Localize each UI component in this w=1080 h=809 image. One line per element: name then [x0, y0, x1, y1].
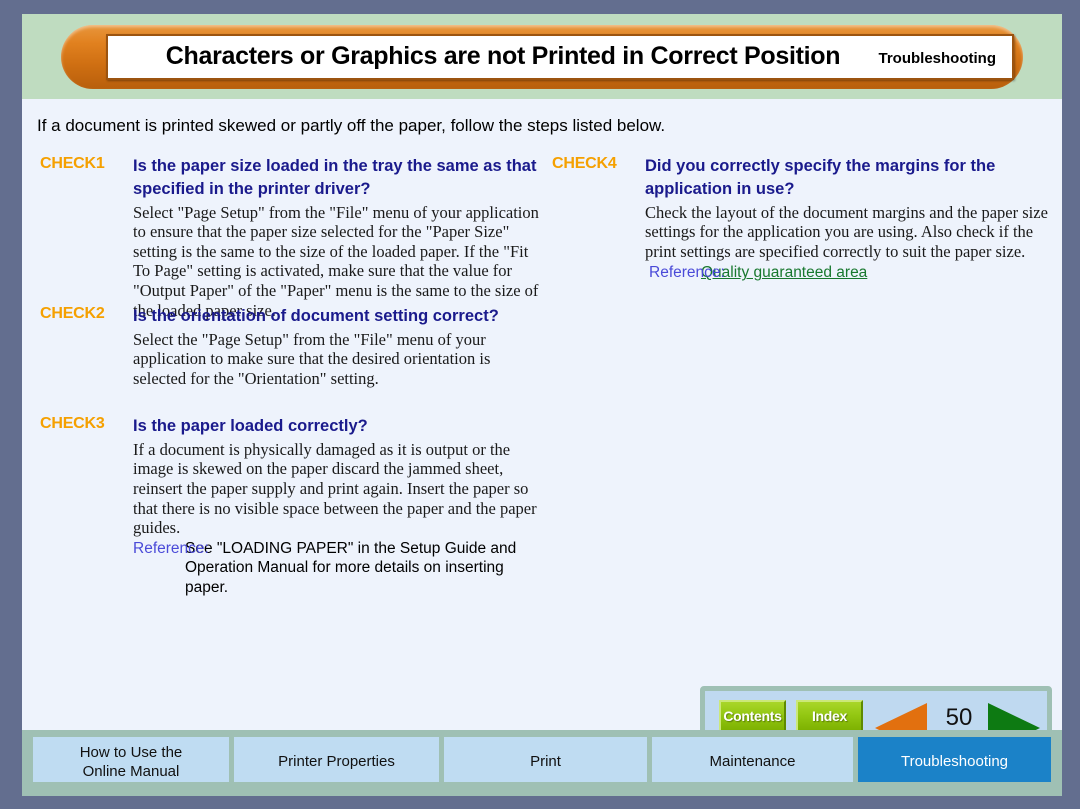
section-label: Troubleshooting: [878, 50, 997, 67]
tab-how-to-use-the-online-manual[interactable]: How to Use the Online Manual: [33, 737, 229, 782]
reference-text-3: See "LOADING PAPER" in the Setup Guide a…: [185, 539, 517, 596]
check-heading-2: Is the orientation of document setting c…: [133, 307, 499, 325]
page-frame: Characters or Graphics are not Printed i…: [22, 14, 1062, 796]
tab-printer-properties[interactable]: Printer Properties: [234, 737, 439, 782]
check-label-2: CHECK2: [40, 305, 105, 322]
reference-label-3: Reference:: [133, 539, 209, 557]
tab-label-line1: Printer Properties: [278, 753, 395, 771]
tab-print[interactable]: Print: [444, 737, 647, 782]
check-block-4: CHECK4 Did you correctly specify the mar…: [552, 155, 1052, 283]
check-heading-1: Is the paper size loaded in the tray the…: [133, 157, 537, 198]
check-body-3: Is the paper loaded correctly? If a docu…: [133, 415, 540, 597]
title-box: Characters or Graphics are not Printed i…: [106, 34, 1014, 80]
tab-label-line1: How to Use the: [79, 743, 183, 761]
reference-link-quality-guaranteed-area[interactable]: Quality guaranteed area: [701, 264, 867, 281]
left-column: CHECK1 Is the paper size loaded in the t…: [40, 155, 540, 597]
check-heading-4: Did you correctly specify the margins fo…: [645, 157, 996, 198]
tab-label-line2: Online Manual: [82, 763, 180, 780]
check-text-2: Select the "Page Setup" from the "File" …: [133, 329, 491, 389]
reference-line-4: Reference: Quality guaranteed area: [645, 263, 1052, 283]
tab-maintenance[interactable]: Maintenance: [652, 737, 853, 782]
check-label-3: CHECK3: [40, 415, 105, 432]
content-area: If a document is printed skewed or partl…: [22, 99, 1062, 753]
bottom-tab-bar: How to Use the Online Manual Printer Pro…: [22, 730, 1062, 796]
header-banner: Characters or Graphics are not Printed i…: [22, 14, 1062, 99]
page-number: 50: [945, 704, 973, 731]
check-text-4: Check the layout of the document margins…: [645, 202, 1048, 261]
reference-label-4: Reference:: [649, 264, 725, 282]
check-body-2: Is the orientation of document setting c…: [133, 305, 540, 389]
reference-line-3: Reference: See "LOADING PAPER" in the Set…: [133, 539, 540, 598]
tab-troubleshooting[interactable]: Troubleshooting: [858, 737, 1051, 782]
tab-label-line1: Print: [530, 753, 561, 771]
intro-text: If a document is printed skewed or partl…: [37, 116, 666, 135]
right-column: CHECK4 Did you correctly specify the mar…: [552, 155, 1052, 283]
check-text-1: Select "Page Setup" from the "File" menu…: [133, 202, 539, 320]
check-body-1: Is the paper size loaded in the tray the…: [133, 155, 540, 320]
tab-label-line1: Maintenance: [709, 753, 796, 771]
check-label-1: CHECK1: [40, 155, 105, 172]
contents-button[interactable]: Contents: [719, 700, 786, 733]
check-text-3: If a document is physically damaged as i…: [133, 439, 537, 538]
check-block-3: CHECK3 Is the paper loaded correctly? If…: [40, 415, 540, 597]
index-button[interactable]: Index: [796, 700, 863, 733]
page-title: Characters or Graphics are not Printed i…: [165, 42, 841, 70]
check-block-1: CHECK1 Is the paper size loaded in the t…: [40, 155, 540, 320]
check-block-2: CHECK2 Is the orientation of document se…: [40, 305, 540, 415]
check-label-4: CHECK4: [552, 155, 617, 172]
title-pill: Characters or Graphics are not Printed i…: [61, 25, 1023, 89]
check-body-4: Did you correctly specify the margins fo…: [645, 155, 1052, 283]
tab-label-line1: Troubleshooting: [900, 753, 1008, 771]
check-heading-3: Is the paper loaded correctly?: [133, 417, 368, 435]
